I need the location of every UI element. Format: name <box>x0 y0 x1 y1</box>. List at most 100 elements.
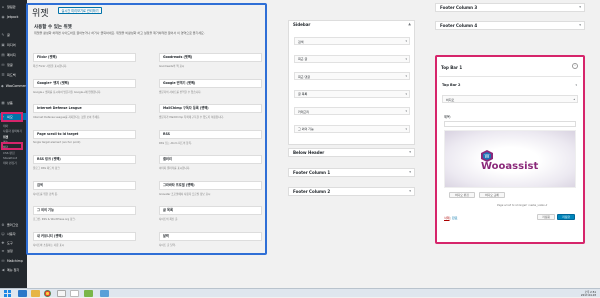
widget-cell[interactable]: 검색 사이트를 위한 검색 폼. <box>33 180 136 196</box>
chevron-down-icon[interactable]: ▾ <box>405 127 407 131</box>
replace-video-button[interactable]: 비디오 교체 <box>479 192 505 198</box>
submenu-item-1[interactable]: 사용자 정의하기 <box>0 129 27 134</box>
widget-cell[interactable]: RSS 링크 (젯팩) 블로그 RSS 피드의 링크 <box>33 155 136 170</box>
menu-item-4[interactable]: ▤ 페이지 <box>0 51 27 58</box>
right-widget-area-0[interactable]: Footer Column 3 ▾ <box>435 3 585 12</box>
sidebar-widget[interactable]: 카테고리 ▾ <box>294 107 410 115</box>
menu-item-0[interactable]: ⌂ 알림판 <box>0 3 27 10</box>
widget-cell[interactable]: 갤러리 이미지 갤러리를 표시합니다. <box>159 155 262 170</box>
app-green-icon[interactable] <box>84 290 93 297</box>
widget-cell[interactable]: Google 번역기 (젯팩) 방문자의 사이트를 번역할 수 있습니다. <box>159 78 262 94</box>
widget-cell[interactable]: Google+ 뱃지 (젯팩) Google+ 뱃지를 표시하여 방문자들 Goo… <box>33 78 136 94</box>
lower-menu-item-4[interactable]: ✉ Mailchimp <box>0 257 27 264</box>
chevron-down-icon[interactable]: ▾ <box>409 170 411 174</box>
widget-cell[interactable]: Internet Defense League Internet Defense … <box>33 104 136 119</box>
app-window-icon[interactable] <box>57 290 66 297</box>
sidebar-widget[interactable]: 최근 댓글 ▾ <box>294 72 410 80</box>
widget-cell[interactable]: 달력 사이트 글 달력. <box>159 231 262 247</box>
saved-button[interactable]: 저장됨 <box>537 214 555 220</box>
menu-item-3[interactable]: ▣ 미디어 <box>0 41 27 48</box>
chevron-down-icon[interactable]: ▾ <box>409 189 411 193</box>
widget-cell[interactable]: 글 목록 사이트의 최신 글. <box>159 206 262 221</box>
widget-cell[interactable]: Goodreads (젯팩) Goodreads의 책 표시 <box>159 53 262 68</box>
widget-cell[interactable]: Flickr (젯팩) 최신 Flickr 사진을 표시합니다. <box>33 53 136 68</box>
menu-item-9[interactable]: ✦ 외모 <box>0 113 27 120</box>
submenu-item-0[interactable]: 테마 <box>0 124 27 129</box>
widget-name[interactable]: 검색 <box>33 180 136 190</box>
submenu-item-7[interactable]: 테마 편집기 <box>0 161 27 166</box>
widget-area-2[interactable]: Footer Column 2 ▾ <box>288 187 415 196</box>
chevron-down-icon[interactable]: ▾ <box>579 5 581 9</box>
app-blue-icon[interactable] <box>100 290 109 297</box>
submenu-item-4[interactable]: 헤더 <box>0 145 27 150</box>
chevron-down-icon[interactable]: ▾ <box>405 109 407 113</box>
widget-name[interactable]: Internet Defense League <box>33 104 136 113</box>
widget-area-0[interactable]: Below Header ▾ <box>288 148 415 157</box>
widget-name[interactable]: Flickr (젯팩) <box>33 53 136 62</box>
video-preview[interactable]: W Wooassist <box>444 130 576 188</box>
widget-cell[interactable]: Page scroll to id target Single target el… <box>33 129 136 144</box>
widget-area-1[interactable]: Footer Column 1 ▾ <box>288 168 415 177</box>
sidebar-area[interactable]: Sidebar ▲ 검색 ▾ 최근 글 ▾ 최근 댓글 ▾ 글 목록 ▾ 카테고리 ▾ 그 외의 기… <box>288 20 415 145</box>
collapse-circle-icon[interactable]: ⌃ <box>572 63 578 69</box>
widget-name[interactable]: Google+ 뱃지 (젯팩) <box>33 78 136 88</box>
chevron-down-icon[interactable]: ▾ <box>579 23 581 27</box>
chevron-down-icon[interactable]: ▾ <box>405 92 407 96</box>
submenu-item-5[interactable]: CSS 편집 <box>0 151 27 156</box>
video-widget-header[interactable]: 비디오 ▴ <box>442 95 578 103</box>
menu-item-1[interactable]: ◉ Jetpack <box>0 13 27 20</box>
folder-icon[interactable] <box>31 290 40 297</box>
ie-icon[interactable] <box>18 290 27 297</box>
widget-cell[interactable]: 그 외의 기능 로그인, RSS & WordPress.org 링크. <box>33 206 136 221</box>
menu-item-7[interactable]: ◆ WooCommerce <box>0 82 27 89</box>
edit-video-button[interactable]: 비디오 편집 <box>449 192 475 198</box>
chevron-down-icon[interactable]: ▾ <box>575 83 577 87</box>
widget-cell[interactable]: 내 커뮤니티 (젯팩) 사이트와 소통하는 사람 표시 <box>33 231 136 247</box>
chevron-up-icon[interactable]: ▴ <box>573 97 575 101</box>
title-input[interactable] <box>444 121 576 127</box>
widget-cell[interactable]: RSS RSS 또는 Atom 피드의 항목. <box>159 129 262 145</box>
widget-name[interactable]: 내 커뮤니티 (젯팩) <box>33 231 136 241</box>
taskbar-clock[interactable]: 오후 2:51 2017-04-03 <box>581 291 596 297</box>
widget-name[interactable]: MailChimp 구독자 등록 (젯팩) <box>159 104 262 113</box>
submenu-item-6[interactable]: Storefront <box>0 156 27 161</box>
menu-item-6[interactable]: ☰ 피드백 <box>0 71 27 78</box>
sidebar-widget[interactable]: 글 목록 ▾ <box>294 89 410 98</box>
start-button-icon[interactable] <box>4 290 11 297</box>
chrome-icon[interactable] <box>44 290 51 297</box>
sidebar-widget[interactable]: 그 외의 기능 ▾ <box>294 124 410 133</box>
delete-link[interactable]: 삭제 <box>444 216 450 220</box>
widget-name[interactable]: Goodreads (젯팩) <box>159 53 262 62</box>
widget-name[interactable]: 갤러리 <box>159 155 262 164</box>
chevron-down-icon[interactable]: ▾ <box>405 74 407 78</box>
widget-name[interactable]: Page scroll to id target <box>33 129 136 139</box>
done-link[interactable]: 완료 <box>452 216 458 220</box>
widget-name[interactable]: Google 번역기 (젯팩) <box>159 78 262 88</box>
save-button[interactable]: 저장함 <box>557 214 575 220</box>
paint-icon[interactable] <box>70 290 79 297</box>
chevron-down-icon[interactable]: ▾ <box>405 57 407 61</box>
widget-cell[interactable]: 그라바타 프로필 (젯팩) Gravatar 프로필에서 사용자 프로필 정보 표… <box>159 180 262 196</box>
widget-cell[interactable]: MailChimp 구독자 등록 (젯팩) 방문자가 MailChimp 목록에 … <box>159 104 262 119</box>
top-bar-1-area[interactable]: Top Bar 1 ⌃ Top Bar 2 ▾ 비디오 ▴ 제목: W Wooa… <box>435 55 585 244</box>
menu-item-5[interactable]: ✉ 댓글 <box>0 61 27 68</box>
widget-name[interactable]: 글 목록 <box>159 206 262 215</box>
widget-name[interactable]: RSS 링크 (젯팩) <box>33 155 136 164</box>
right-widget-area-1[interactable]: Footer Column 4 ▾ <box>435 21 585 30</box>
sidebar-widget[interactable]: 검색 ▾ <box>294 37 410 45</box>
sidebar-widget[interactable]: 최근 글 ▾ <box>294 54 410 63</box>
submenu-item-2[interactable]: 위젯 <box>0 135 27 140</box>
submenu-item-3[interactable]: 메뉴 <box>0 140 27 145</box>
chevron-down-icon[interactable]: ▾ <box>409 150 411 154</box>
menu-item-8[interactable]: ▦ 상품 <box>0 99 27 106</box>
chevron-down-icon[interactable]: ▾ <box>405 39 407 43</box>
widget-name[interactable]: 달력 <box>159 231 262 241</box>
collapse-arrow-icon[interactable]: ▲ <box>408 22 411 26</box>
lower-menu-item-5[interactable]: ◀ 메뉴 접기 <box>0 266 27 273</box>
widget-name[interactable]: 그 외의 기능 <box>33 206 136 215</box>
widget-name[interactable]: RSS <box>159 129 262 139</box>
lower-menu-item-3[interactable]: ≡ 설정 <box>0 247 27 254</box>
menu-item-2[interactable]: ✎ 글 <box>0 31 27 38</box>
lower-menu-item-2[interactable]: ✚ 도구 <box>0 239 27 246</box>
lower-menu-item-0[interactable]: ⚙ 플러그인 <box>0 221 27 228</box>
